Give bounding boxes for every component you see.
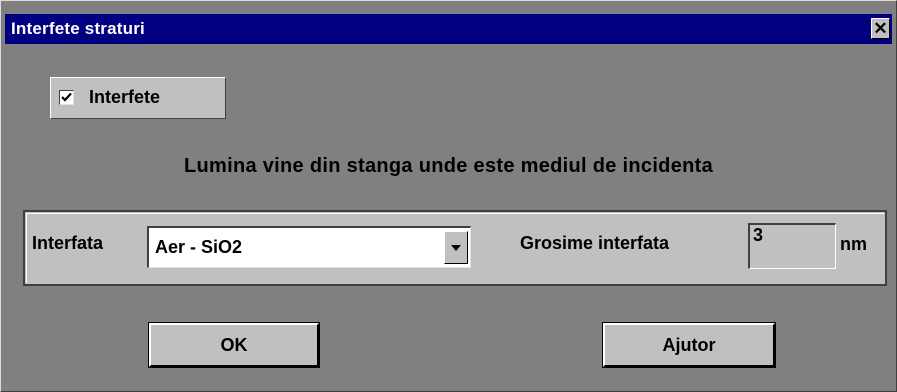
interface-settings-group: Interfata Aer - SiO2 Grosime interfata 3… <box>23 210 887 286</box>
close-icon: ✕ <box>873 19 888 38</box>
info-text: Lumina vine din stanga unde este mediul … <box>183 155 714 177</box>
title-bar[interactable]: Interfete straturi ✕ <box>5 14 892 44</box>
select-dropdown-button[interactable] <box>444 231 468 264</box>
interface-select-value: Aer - SiO2 <box>155 237 243 257</box>
interfete-checkbox-panel[interactable]: Interfete <box>50 77 226 119</box>
interface-label: Interfata <box>32 233 104 253</box>
thickness-unit: nm <box>840 234 867 254</box>
interfete-checkbox-label: Interfete <box>89 87 161 107</box>
checkmark-icon <box>61 92 72 102</box>
window-title: Interfete straturi <box>11 19 145 38</box>
thickness-label: Grosime interfata <box>520 233 670 253</box>
help-button[interactable]: Ajutor <box>602 322 776 368</box>
thickness-input-value: 3 <box>753 225 764 245</box>
ok-button[interactable]: OK <box>148 322 320 368</box>
close-button[interactable]: ✕ <box>871 18 890 39</box>
interface-select[interactable]: Aer - SiO2 <box>147 226 471 268</box>
interfete-checkbox[interactable] <box>59 90 74 105</box>
thickness-input[interactable]: 3 <box>748 223 836 269</box>
chevron-down-icon <box>451 245 461 251</box>
